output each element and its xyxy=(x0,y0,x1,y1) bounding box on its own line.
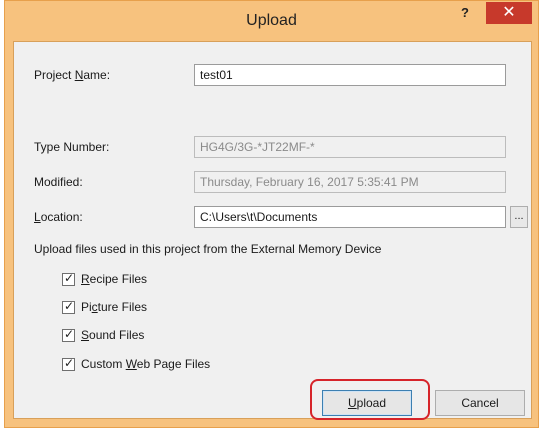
checkbox-checked-icon[interactable] xyxy=(62,356,75,371)
modified-field: Thursday, February 16, 2017 5:35:41 PM xyxy=(194,171,506,193)
checkbox-checked-icon[interactable] xyxy=(62,299,75,314)
recipe-files-label: Recipe Files xyxy=(81,272,147,286)
close-icon: ✕ xyxy=(502,4,516,21)
custom-web-page-files-label-accel: W xyxy=(125,357,137,371)
custom-web-page-files-label-post: eb Page Files xyxy=(136,357,211,371)
recipe-files-checkbox[interactable]: Recipe Files xyxy=(62,270,147,288)
location-label: Location: xyxy=(34,210,83,224)
upload-button-accel: U xyxy=(347,396,357,410)
location-label-post: ocation: xyxy=(40,210,83,224)
upload-button[interactable]: Upload xyxy=(322,390,412,416)
picture-files-checkbox[interactable]: Picture Files xyxy=(62,298,147,316)
location-label-accel: L xyxy=(34,210,41,224)
custom-web-page-files-checkbox[interactable]: Custom Web Page Files xyxy=(62,355,210,373)
location-input[interactable]: C:\Users\t\Documents xyxy=(194,206,506,228)
sound-files-label-post: ound Files xyxy=(89,328,145,342)
browse-button[interactable]: ... xyxy=(510,206,528,228)
project-name-label-post: ame: xyxy=(83,68,111,82)
sound-files-label: Sound Files xyxy=(81,328,144,342)
sound-files-checkbox[interactable]: Sound Files xyxy=(62,326,144,344)
custom-web-page-files-label: Custom Web Page Files xyxy=(81,357,210,371)
upload-group-caption: Upload files used in this project from t… xyxy=(34,242,382,256)
modified-label: Modified: xyxy=(34,175,83,189)
project-name-label-pre: Project xyxy=(34,68,75,82)
picture-files-label-pre: Pi xyxy=(81,300,92,314)
custom-web-page-files-label-pre: Custom xyxy=(81,357,126,371)
picture-files-label-post: ture Files xyxy=(97,300,148,314)
recipe-files-label-accel: R xyxy=(81,272,90,286)
upload-dialog: Upload ? ✕ Project Name: test01 Type Num… xyxy=(4,0,539,428)
project-name-input[interactable]: test01 xyxy=(194,64,506,86)
close-button[interactable]: ✕ xyxy=(486,2,532,24)
checkbox-checked-icon[interactable] xyxy=(62,271,75,286)
upload-button-label: pload xyxy=(356,396,387,410)
cancel-button[interactable]: Cancel xyxy=(435,390,525,416)
title-bar[interactable]: Upload ? ✕ xyxy=(5,1,538,41)
checkbox-checked-icon[interactable] xyxy=(62,327,75,342)
type-number-field: HG4G/3G-*JT22MF-* xyxy=(194,136,506,158)
help-button[interactable]: ? xyxy=(454,5,476,25)
type-number-label: Type Number: xyxy=(34,140,110,154)
picture-files-label: Picture Files xyxy=(81,300,147,314)
project-name-label: Project Name: xyxy=(34,68,110,82)
recipe-files-label-post: ecipe Files xyxy=(89,272,148,286)
dialog-body: Project Name: test01 Type Number: HG4G/3… xyxy=(13,41,532,420)
sound-files-label-accel: S xyxy=(81,328,90,342)
